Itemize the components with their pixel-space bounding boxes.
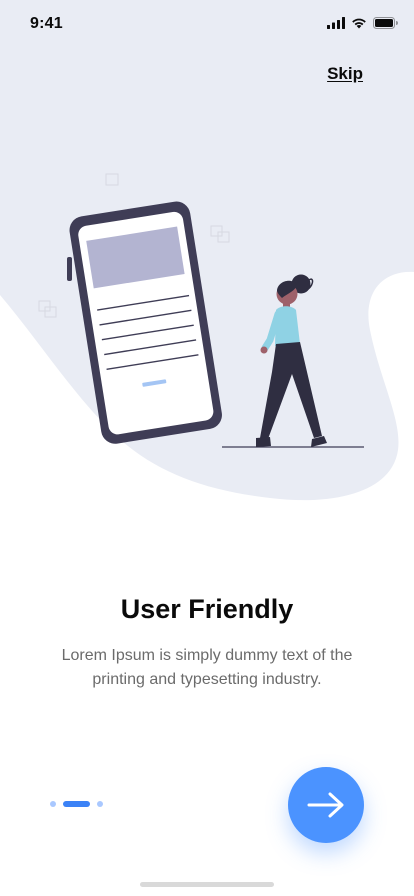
arrow-right-icon [307, 792, 344, 818]
page-dot-2-active [63, 801, 90, 807]
skip-button[interactable]: Skip [327, 64, 363, 84]
battery-icon [373, 17, 398, 29]
person-graphic [256, 274, 327, 447]
status-time: 9:41 [30, 15, 63, 32]
phone-side-button [67, 257, 72, 281]
next-button[interactable] [288, 767, 364, 843]
signal-icon [327, 17, 345, 29]
phone-graphic [69, 201, 222, 444]
home-indicator [140, 882, 274, 887]
page-title: User Friendly [120, 594, 294, 624]
status-icons [327, 17, 398, 29]
onboarding-illustration [38, 173, 364, 448]
page-dot-1 [50, 801, 56, 807]
page-indicator [50, 801, 103, 807]
wifi-icon [352, 18, 366, 29]
status-bar: 9:41 [0, 0, 414, 50]
page-dot-3 [97, 801, 103, 807]
page-description: Lorem Ipsum is simply dummy text of the … [61, 647, 353, 688]
